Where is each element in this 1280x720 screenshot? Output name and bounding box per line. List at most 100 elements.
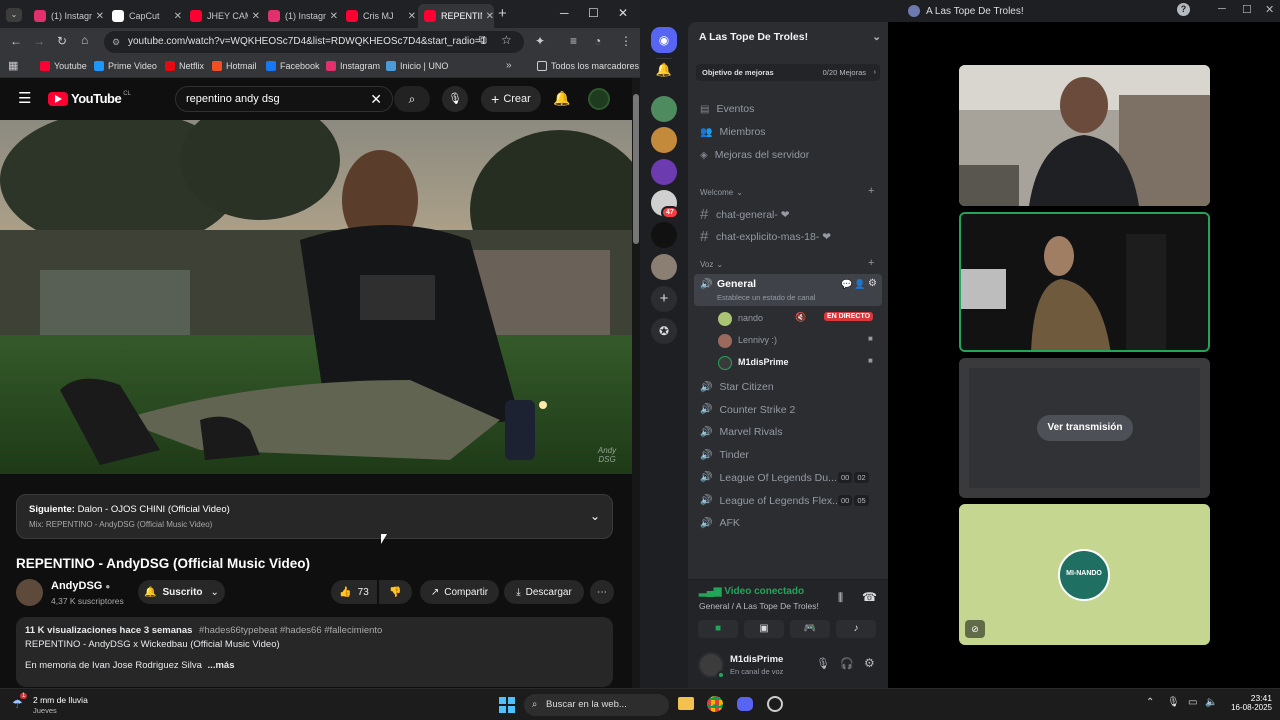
bookmark-item[interactable]: Inicio | UNO (386, 61, 448, 71)
forward-icon[interactable]: → (33, 34, 45, 48)
channel-name[interactable]: AndyDSG ● (51, 580, 110, 592)
volume-icon[interactable]: 🔈 (1205, 697, 1217, 708)
voice-member[interactable]: Lennivy :) ■ (718, 332, 882, 350)
all-bookmarks[interactable]: Todos los marcadores (537, 61, 639, 71)
search-input[interactable]: repentino andy dsg ✕ (175, 86, 393, 112)
bookmark-item[interactable]: Hotmail (212, 61, 257, 71)
browser-tab[interactable]: REPENTINO ✕ (418, 4, 494, 28)
channel-avatar[interactable] (16, 579, 43, 606)
add-channel-icon[interactable]: + (868, 257, 874, 269)
voice-channel[interactable]: 🔊 Tinder (700, 449, 882, 461)
close-tab-icon[interactable]: ✕ (252, 11, 260, 22)
profile-icon[interactable]: ◔ (594, 34, 601, 48)
user-name[interactable]: M1disPrime (730, 654, 783, 665)
video-tile-active[interactable] (959, 212, 1210, 352)
hamburger-icon[interactable]: ☰ (18, 89, 31, 107)
bookmark-item[interactable]: Facebook (266, 61, 320, 71)
scrollbar-thumb[interactable] (633, 94, 639, 244)
apps-icon[interactable]: ▦ (8, 59, 18, 72)
clear-search-icon[interactable]: ✕ (370, 87, 382, 111)
avatar-tile[interactable]: MI-NANDO ⊘ (959, 504, 1210, 645)
voice-channel[interactable]: 🔊 Counter Strike 2 (700, 404, 882, 416)
bookmark-item[interactable]: Youtube (40, 61, 87, 71)
dislike-button[interactable]: 👎 (379, 580, 412, 604)
invite-icon[interactable]: 👤 (854, 279, 865, 290)
stream-tile[interactable]: Ver transmisión (959, 358, 1210, 498)
download-button[interactable]: ⤓ Descargar (504, 580, 584, 604)
notifications-icon[interactable]: 🔔 (553, 90, 570, 107)
close-icon[interactable]: ✕ (618, 6, 628, 20)
taskbar-search[interactable]: ⌕ Buscar en la web... (524, 694, 669, 716)
hashtags[interactable]: #hades66typebeat #hades66 #fallecimiento (199, 625, 382, 636)
maximize-icon[interactable]: ☐ (1242, 3, 1252, 16)
like-button[interactable]: 👍 73 (331, 580, 377, 604)
explore-icon[interactable]: ✪ (651, 318, 677, 344)
add-channel-icon[interactable]: + (868, 185, 874, 197)
boost-goal-bar[interactable]: Objetivo de mejoras 0/20 Mejoras › (696, 64, 880, 81)
menu-icon[interactable]: ⋮ (620, 34, 632, 48)
more-bookmarks-icon[interactable]: » (506, 60, 512, 71)
up-next-panel[interactable]: Siguiente: Dalon - OJOS CHINI (Official … (16, 494, 613, 539)
voice-channel[interactable]: 🔊 League Of Legends Du... 00 02 (700, 471, 882, 484)
file-explorer-icon[interactable] (678, 697, 694, 710)
video-player[interactable]: Andy DSG (0, 120, 632, 474)
browser-tab[interactable]: CapCut ✕ (106, 4, 182, 28)
server-icon[interactable] (651, 127, 677, 153)
chat-icon[interactable]: 💬 (841, 279, 852, 290)
chevron-up-icon[interactable]: ⌃ (1146, 697, 1154, 708)
back-icon[interactable]: ← (10, 34, 22, 48)
clock[interactable]: 23:41 16-08-2025 (1224, 693, 1272, 712)
category-welcome[interactable]: Welcome ⌄ (700, 188, 743, 197)
chevron-down-icon[interactable]: ⌄ (590, 509, 600, 523)
description-box[interactable]: 11 K visualizaciones hace 3 semanas #had… (16, 617, 613, 687)
discord-icon[interactable] (737, 697, 753, 711)
voice-location[interactable]: General / A Las Tope De Troles! (699, 601, 819, 611)
bookmark-item[interactable]: Instagram (326, 61, 380, 71)
extensions-icon[interactable]: ✦ (535, 34, 545, 48)
search-icon[interactable]: ⌕ (394, 86, 430, 112)
weather-widget[interactable]: ☂ 1 2 mm de lluvia Jueves (12, 693, 112, 717)
subscribed-button[interactable]: 🔔 Suscrito ⌄ (138, 580, 225, 604)
headphones-icon[interactable]: 🎧 (840, 657, 854, 670)
voice-channel[interactable]: 🔊 Star Citizen (700, 381, 882, 393)
server-icon[interactable] (651, 222, 677, 248)
show-more-link[interactable]: ...más (208, 660, 235, 671)
activities-button[interactable]: 🎮 (790, 620, 830, 638)
voice-channel-general[interactable]: 🔊 General Establece un estado de canal 💬… (694, 274, 882, 306)
text-channel[interactable]: # chat-explicito-mas-18- ❤ (700, 228, 831, 245)
start-icon[interactable] (499, 697, 515, 713)
media-icon[interactable]: ≡ (570, 34, 577, 48)
youtube-logo[interactable]: YouTube CL (48, 91, 131, 106)
voice-member[interactable]: M1disPrime ■ (718, 354, 882, 372)
voice-channel[interactable]: 🔊 AFK (700, 517, 882, 529)
microphone-icon[interactable]: 🎙 (1167, 697, 1180, 708)
bookmark-star-icon[interactable]: ☆ (501, 33, 512, 47)
members-link[interactable]: 👥 Miembros (700, 126, 766, 138)
browser-tab[interactable]: (1) Instagram ✕ (28, 4, 104, 28)
text-channel[interactable]: # chat-general- ❤ (700, 206, 790, 223)
voice-channel[interactable]: 🔊 Marvel Rivals (700, 426, 882, 438)
server-icon[interactable]: 47 (651, 190, 679, 219)
server-icon[interactable] (651, 96, 677, 122)
server-icon[interactable] (651, 254, 677, 280)
browser-tab[interactable]: (1) Instagram ✕ (262, 4, 338, 28)
tab-search-icon[interactable]: ⌄ (6, 8, 22, 22)
soundboard-button[interactable]: ♪ (836, 620, 876, 638)
minimize-icon[interactable]: ─ (560, 6, 569, 20)
page-scrollbar[interactable] (632, 78, 640, 688)
browser-tab[interactable]: JHEY CAMPOS ✕ (184, 4, 260, 28)
close-tab-icon[interactable]: ✕ (330, 11, 338, 22)
address-bar[interactable]: ⚙ youtube.com/watch?v=WQKHEOSc7D4&list=R… (104, 31, 524, 53)
user-avatar[interactable] (698, 652, 725, 679)
close-tab-icon[interactable]: ✕ (174, 11, 182, 22)
minimize-icon[interactable]: ─ (1218, 3, 1226, 15)
home-icon[interactable]: ⌂ (81, 33, 88, 47)
channel-status[interactable]: Establece un estado de canal (717, 293, 815, 302)
server-header[interactable]: A Las Tope De Troles! ⌄ (699, 31, 881, 43)
maximize-icon[interactable]: ☐ (588, 6, 599, 20)
voice-channel[interactable]: 🔊 League of Legends Flex... 00 05 (700, 494, 882, 507)
browser-tab[interactable]: Cris MJ ✕ (340, 4, 416, 28)
install-icon[interactable]: ⧉ (479, 34, 487, 47)
mic-icon[interactable]: 🎙 (442, 86, 468, 112)
help-icon[interactable]: ? (1177, 3, 1190, 16)
